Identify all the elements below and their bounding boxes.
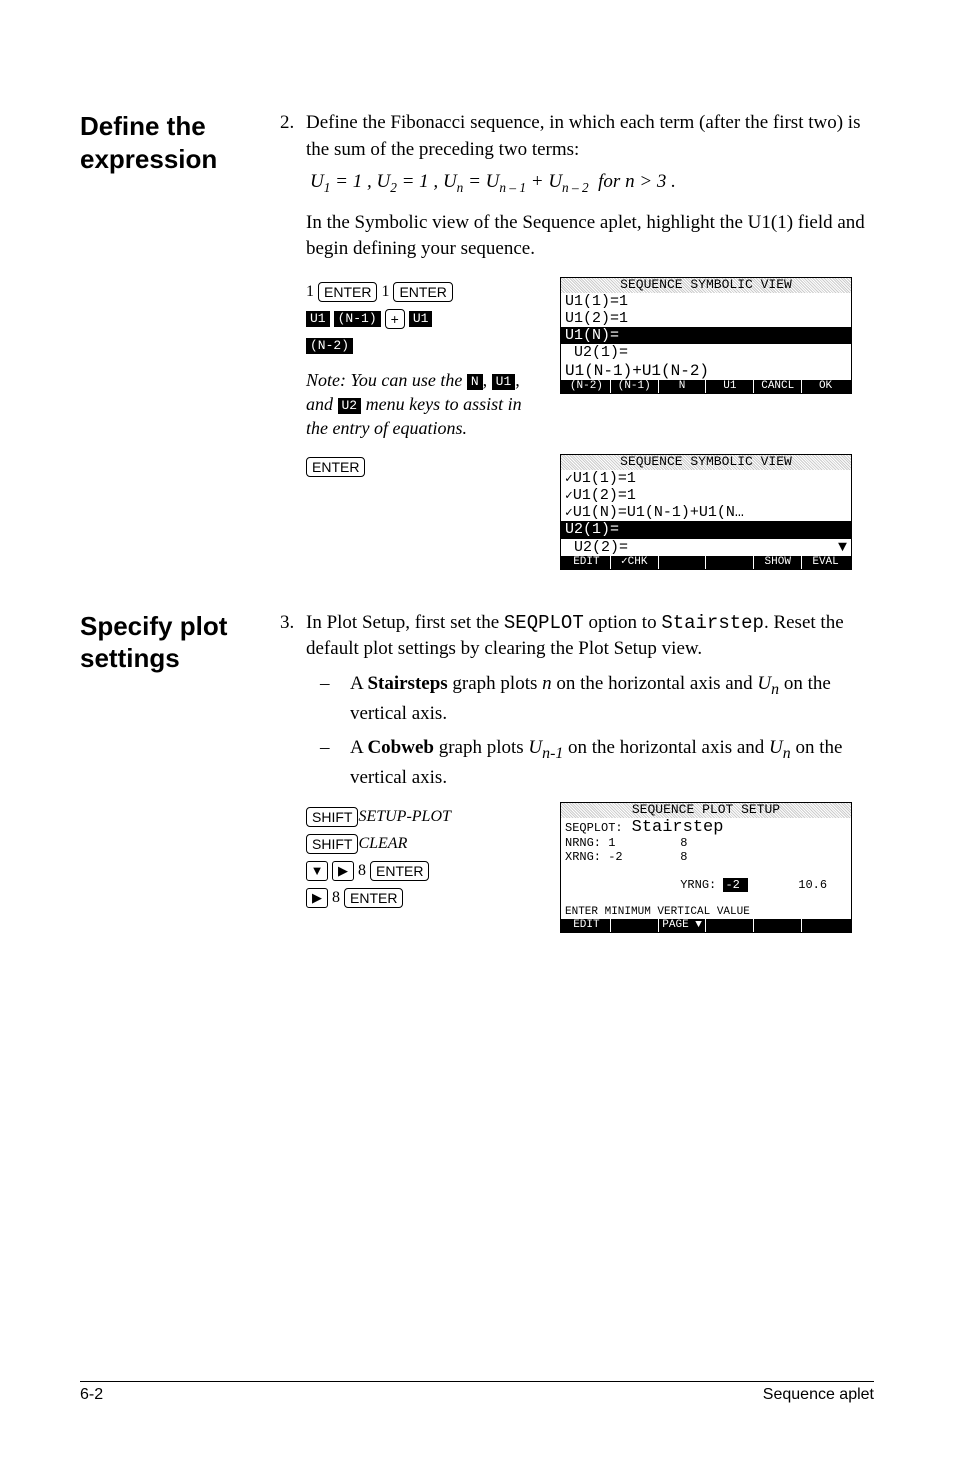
- screen-softkey-row: (N-2) (N-1) N U1 CANCL OK: [561, 380, 851, 393]
- screen-softkey-row: EDIT PAGE ▼: [561, 919, 851, 932]
- step-3-text: In Plot Setup, first set the SEQPLOT opt…: [306, 610, 874, 663]
- screen-line: U1(N)=U1(N-1)+U1(N…: [565, 504, 847, 521]
- key-sequence-row1: 1 ENTER 1 ENTER: [306, 280, 536, 304]
- screen-title: SEQUENCE SYMBOLIC VIEW: [561, 278, 851, 293]
- step-number-3: 3.: [280, 610, 306, 663]
- screen-line: U1(2)=1: [565, 487, 847, 504]
- key-row-right-8-enter: ▶ 8 ENTER: [306, 886, 536, 910]
- screen-highlighted-line: U2(1)=: [561, 521, 851, 538]
- screen-line: U2(1)=: [565, 344, 847, 361]
- softkey-n: N: [467, 374, 483, 390]
- bullet-stairsteps: – A Stairsteps graph plots n on the hori…: [320, 671, 874, 728]
- note-menu-keys: Note: You can use the N, U1, and U2 menu…: [306, 368, 536, 441]
- screen-line: U1(2)=1: [565, 310, 847, 327]
- key-plus: +: [385, 309, 405, 329]
- key-enter: ENTER: [370, 861, 429, 881]
- key-enter: ENTER: [344, 888, 403, 908]
- screen-line: SEQPLOT: Stairstep: [565, 818, 847, 838]
- key-row-clear: SHIFTCLEAR: [306, 832, 536, 856]
- key-row-setup-plot: SHIFTSETUP-PLOT: [306, 805, 536, 829]
- screen-line: YRNG: -2 10.6: [565, 865, 847, 906]
- screen-title: SEQUENCE PLOT SETUP: [561, 803, 851, 818]
- fibonacci-formula: U1 = 1 , U2 = 1 , Un = Un – 1 + Un – 2 f…: [310, 169, 874, 197]
- softkey-n-minus-1: (N-1): [334, 311, 381, 327]
- right-arrow-key: ▶: [306, 888, 328, 908]
- softkey-u1: U1: [306, 311, 330, 327]
- right-arrow-key: ▶: [332, 861, 354, 881]
- key-enter: ENTER: [318, 282, 377, 302]
- screen-plot-setup: SEQUENCE PLOT SETUP SEQPLOT: Stairstep N…: [560, 802, 852, 933]
- down-arrow-key: ▼: [306, 861, 328, 881]
- screen-symbolic-view-defined: SEQUENCE SYMBOLIC VIEW U1(1)=1 U1(2)=1 U…: [560, 454, 852, 570]
- page-footer: 6-2 Sequence aplet: [80, 1381, 874, 1404]
- key-enter: ENTER: [306, 457, 365, 477]
- heading-specify-plot-settings: Specify plot settings: [80, 610, 280, 933]
- footer-title: Sequence aplet: [763, 1386, 874, 1404]
- symbolic-view-instruction: In the Symbolic view of the Sequence apl…: [306, 210, 874, 263]
- screen-line: U2(2)=▼: [565, 539, 847, 556]
- screen-line: NRNG: 1 8: [565, 837, 847, 851]
- screen-softkey-row: EDIT ✓CHK SHOW EVAL: [561, 556, 851, 569]
- key-shift: SHIFT: [306, 834, 358, 854]
- page-number: 6-2: [80, 1386, 103, 1404]
- screen-prompt: ENTER MINIMUM VERTICAL VALUE: [561, 906, 851, 919]
- screen-highlighted-line: U1(N)=: [561, 327, 851, 344]
- key-enter: ENTER: [393, 282, 452, 302]
- key-sequence-row2: U1 (N-1) + U1: [306, 307, 536, 331]
- screen-line: U1(1)=1: [565, 470, 847, 487]
- screen-symbolic-view-editing: SEQUENCE SYMBOLIC VIEW U1(1)=1 U1(2)=1 U…: [560, 277, 852, 394]
- key-sequence-row3: (N-2): [306, 334, 536, 358]
- step-2-text: Define the Fibonacci sequence, in which …: [306, 110, 874, 163]
- softkey-u1: U1: [492, 374, 516, 390]
- heading-define-expression: Define the expression: [80, 110, 280, 570]
- screen-title: SEQUENCE SYMBOLIC VIEW: [561, 455, 851, 470]
- key-shift: SHIFT: [306, 807, 358, 827]
- step-number-2: 2.: [280, 110, 306, 163]
- softkey-u1: U1: [409, 311, 433, 327]
- bullet-cobweb: – A Cobweb graph plots Un-1 on the horiz…: [320, 735, 874, 792]
- softkey-n-minus-2: (N-2): [306, 338, 353, 354]
- screen-edit-line: U1(N-1)+U1(N-2): [561, 362, 851, 380]
- screen-line: U1(1)=1: [565, 293, 847, 310]
- softkey-u2: U2: [338, 398, 362, 414]
- key-row-nav-8-enter: ▼ ▶ 8 ENTER: [306, 859, 536, 883]
- screen-line: XRNG: -2 8: [565, 851, 847, 865]
